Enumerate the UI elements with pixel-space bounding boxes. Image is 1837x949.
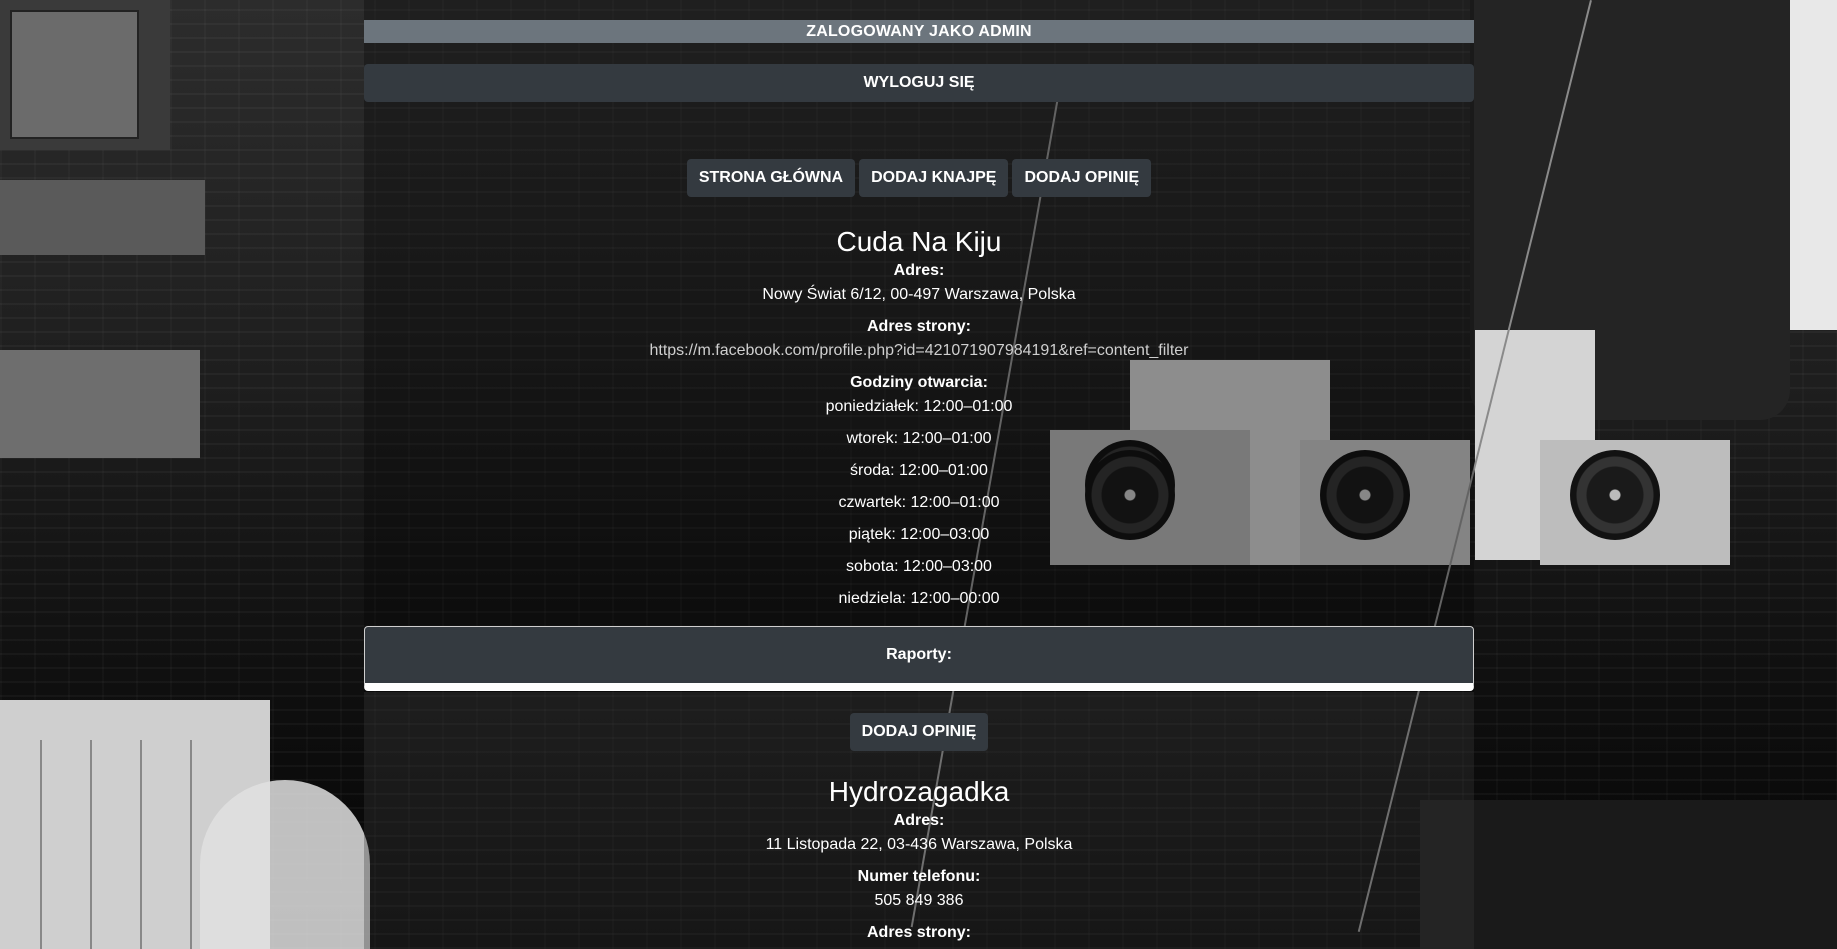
background-stripe — [0, 350, 200, 458]
add-restaurant-button[interactable]: DODAJ KNAJPĘ — [859, 159, 1009, 197]
home-button[interactable]: STRONA GŁÓWNA — [686, 159, 856, 197]
address-label: Adres: — [893, 262, 945, 279]
hours-item: czwartek: 12:00–01:00 — [838, 494, 1000, 511]
background-stripe — [0, 180, 205, 255]
add-review-wrapper: DODAJ OPINIĘ — [364, 713, 1474, 751]
login-status-bar: ZALOGOWANY JAKO ADMIN — [364, 20, 1474, 43]
hours-item: wtorek: 12:00–01:00 — [846, 430, 992, 447]
background-sky — [1790, 0, 1837, 330]
website-link[interactable]: https://m.facebook.com/profile.php?id=42… — [649, 342, 1188, 359]
hours-item: piątek: 12:00–03:00 — [848, 526, 990, 543]
address-label: Adres: — [893, 812, 945, 829]
add-review-button[interactable]: DODAJ OPINIĘ — [849, 713, 989, 751]
opening-hours-label: Godziny otwarcia: — [850, 374, 988, 391]
main-nav: STRONA GŁÓWNA DODAJ KNAJPĘ DODAJ OPINIĘ — [364, 159, 1474, 197]
phone-label: Numer telefonu: — [857, 868, 981, 885]
restaurant-card: Hydrozagadka Adres: 11 Listopada 22, 03-… — [364, 775, 1474, 945]
website-label: Adres strony: — [866, 318, 972, 335]
hours-item: niedziela: 12:00–00:00 — [838, 590, 1000, 607]
background-window — [0, 0, 170, 150]
website-label: Adres strony: — [866, 924, 972, 941]
hours-item: sobota: 12:00–03:00 — [846, 558, 992, 575]
phone-value: 505 849 386 — [874, 892, 964, 909]
logout-button[interactable]: WYLOGUJ SIĘ — [364, 64, 1474, 102]
restaurant-name: Cuda Na Kiju — [836, 226, 1002, 257]
address-value: Nowy Świat 6/12, 00-497 Warszawa, Polska — [762, 286, 1076, 303]
hours-item: poniedziałek: 12:00–01:00 — [825, 398, 1013, 415]
restaurant-card: Cuda Na Kiju Adres: Nowy Świat 6/12, 00-… — [364, 225, 1474, 619]
restaurant-name: Hydrozagadka — [828, 776, 1010, 807]
background-fence — [1420, 800, 1837, 949]
add-review-nav-button[interactable]: DODAJ OPINIĘ — [1012, 159, 1152, 197]
main-container: ZALOGOWANY JAKO ADMIN WYLOGUJ SIĘ STRONA… — [364, 0, 1474, 949]
address-value: 11 Listopada 22, 03-436 Warszawa, Polska — [765, 836, 1073, 853]
reports-panel[interactable]: Raporty: — [364, 626, 1474, 691]
hours-item: środa: 12:00–01:00 — [850, 462, 988, 479]
opening-hours-list: poniedziałek: 12:00–01:00 wtorek: 12:00–… — [364, 395, 1474, 619]
background-lamp — [200, 780, 370, 949]
fan-icon — [1570, 450, 1660, 540]
